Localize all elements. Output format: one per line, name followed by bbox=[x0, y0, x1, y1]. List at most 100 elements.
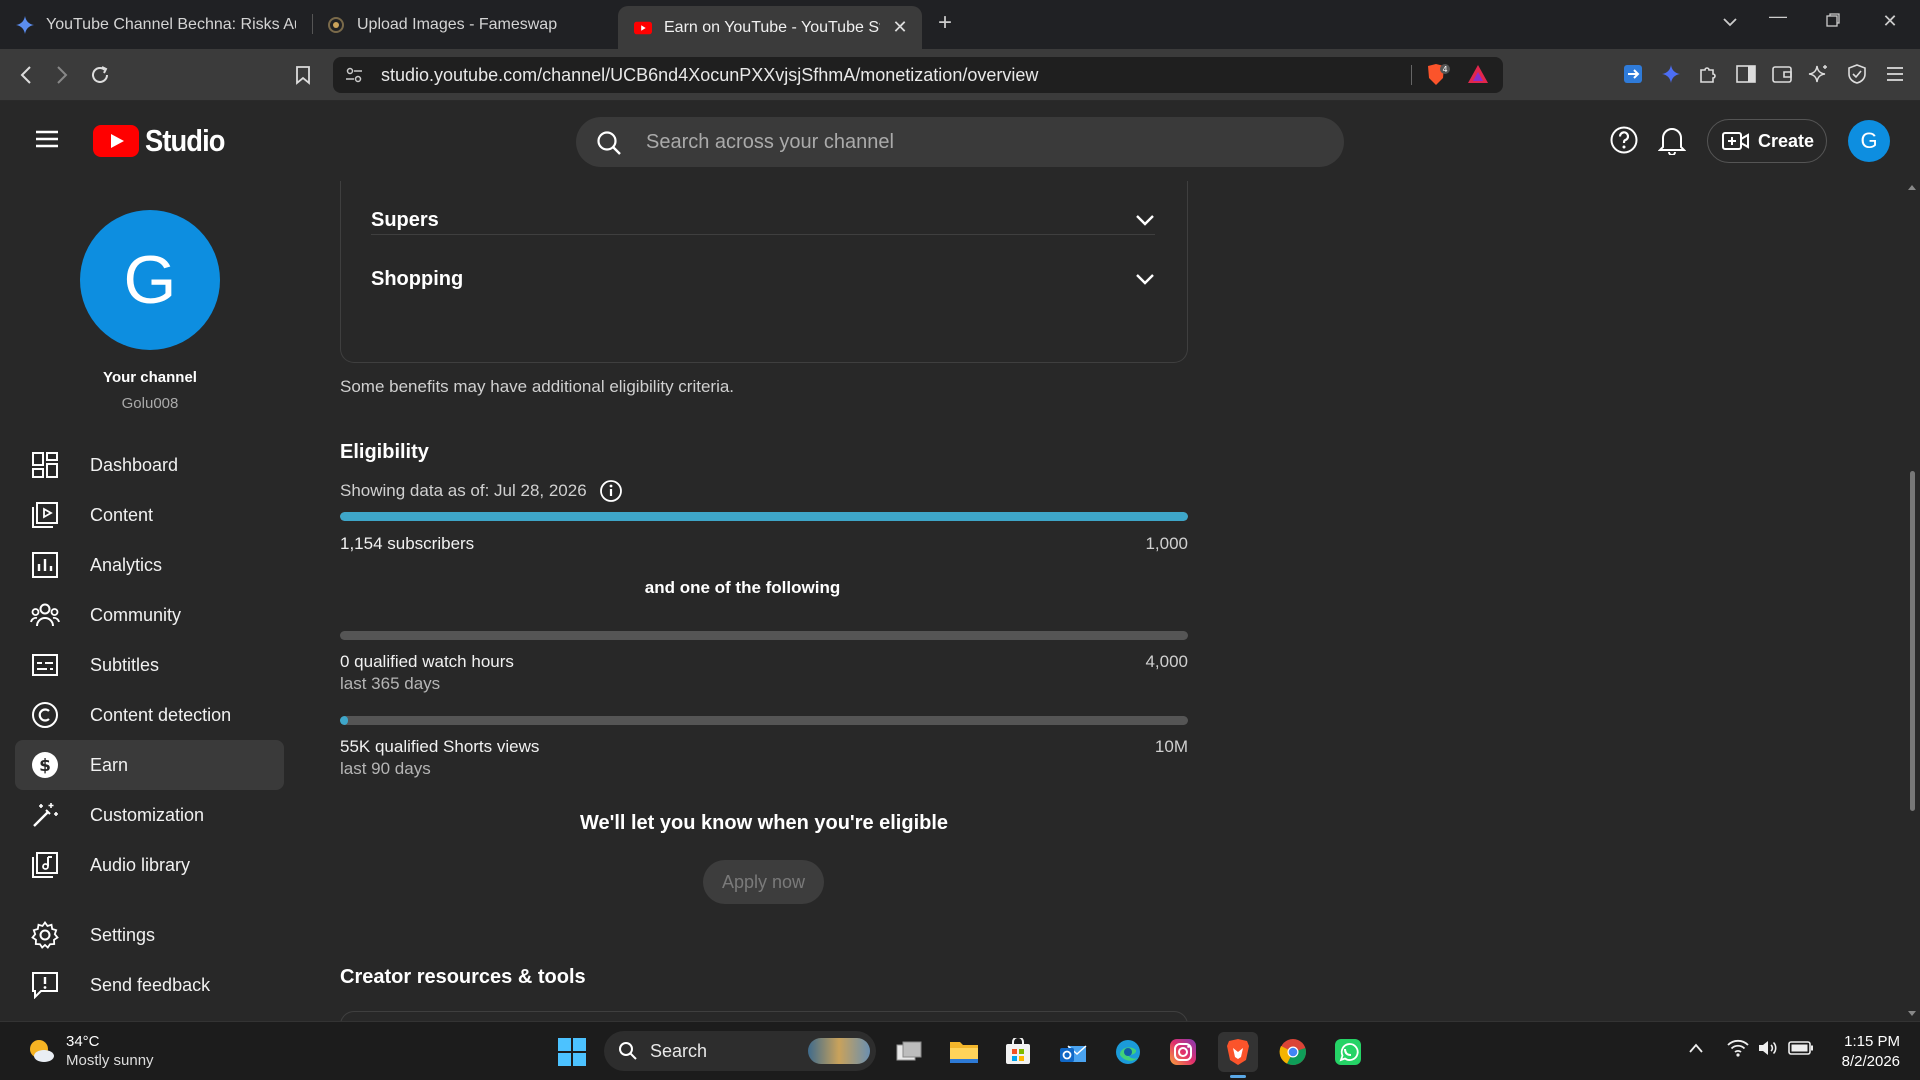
new-tab-button[interactable]: + bbox=[938, 11, 952, 35]
sidebar-item-label: Community bbox=[90, 604, 182, 625]
battery-icon[interactable] bbox=[1788, 1041, 1814, 1060]
sidebar-item-content[interactable]: Content bbox=[15, 490, 284, 540]
help-icon[interactable] bbox=[1609, 125, 1639, 160]
subscribers-target: 1,000 bbox=[1145, 534, 1188, 553]
search-icon bbox=[596, 130, 622, 161]
bookmark-icon[interactable] bbox=[289, 61, 317, 89]
sidebar-item-subtitles[interactable]: Subtitles bbox=[15, 640, 284, 690]
weather-desc: Mostly sunny bbox=[66, 1052, 154, 1069]
forward-icon[interactable] bbox=[48, 61, 76, 89]
divider bbox=[371, 234, 1155, 235]
sidebar-item-content-detection[interactable]: Content detection bbox=[15, 690, 284, 740]
chevron-up-icon[interactable] bbox=[1688, 1041, 1704, 1059]
brave-shield-icon[interactable]: 4 bbox=[1425, 63, 1451, 92]
community-icon bbox=[30, 600, 60, 630]
sidebar-item-send-feedback[interactable]: Send feedback bbox=[15, 960, 284, 1010]
copyright-icon bbox=[30, 700, 60, 730]
wifi-icon[interactable] bbox=[1727, 1039, 1749, 1062]
chrome-button[interactable] bbox=[1273, 1032, 1313, 1072]
instagram-button[interactable] bbox=[1163, 1032, 1203, 1072]
start-button[interactable] bbox=[552, 1032, 592, 1072]
watch-hours-progress-bar bbox=[340, 631, 1188, 640]
resources-card bbox=[340, 1011, 1188, 1021]
magic-wand-icon bbox=[30, 800, 60, 830]
scroll-up-arrow-icon[interactable] bbox=[1908, 185, 1916, 190]
browser-toolbar: studio.youtube.com/channel/UCB6nd4XocunP… bbox=[0, 49, 1920, 101]
whatsapp-button[interactable] bbox=[1328, 1032, 1368, 1072]
taskbar-search[interactable]: Search bbox=[604, 1031, 876, 1071]
leo-sparkle-icon[interactable] bbox=[1808, 63, 1830, 90]
weather-temp: 34°C bbox=[66, 1033, 100, 1050]
sidebar-toggle-icon[interactable] bbox=[1735, 63, 1757, 90]
data-date-text: Showing data as of: Jul 28, 2026 bbox=[340, 481, 587, 500]
chevron-down-icon bbox=[1136, 215, 1154, 226]
shorts-views-count: 55K qualified Shorts views bbox=[340, 737, 540, 756]
hamburger-menu-icon[interactable] bbox=[34, 129, 60, 154]
sidebar-item-analytics[interactable]: Analytics bbox=[15, 540, 284, 590]
edge-button[interactable] bbox=[1108, 1032, 1148, 1072]
sidebar-item-audio-library[interactable]: Audio library bbox=[15, 840, 284, 890]
tab-search-icon[interactable] bbox=[1716, 11, 1744, 32]
create-button[interactable]: Create bbox=[1707, 119, 1827, 163]
sidebar-item-customization[interactable]: Customization bbox=[15, 790, 284, 840]
weather-widget[interactable]: 34°C Mostly sunny bbox=[26, 1032, 154, 1070]
notifications-bell-icon[interactable] bbox=[1657, 125, 1687, 160]
info-icon[interactable] bbox=[599, 479, 623, 503]
translate-extension-icon[interactable] bbox=[1622, 63, 1644, 90]
minimize-icon[interactable]: — bbox=[1764, 6, 1792, 27]
browser-tab-3-active[interactable]: Earn on YouTube - YouTube Studi ✕ bbox=[618, 6, 922, 49]
scroll-down-arrow-icon[interactable] bbox=[1908, 1011, 1916, 1016]
benefits-card: Supers Shopping bbox=[340, 181, 1188, 363]
eligibility-message: We'll let you know when you're eligible bbox=[579, 812, 949, 834]
sidebar-item-community[interactable]: Community bbox=[15, 590, 284, 640]
vpn-shield-icon[interactable] bbox=[1846, 63, 1868, 90]
feedback-icon bbox=[30, 970, 60, 1000]
restore-icon[interactable] bbox=[1819, 11, 1847, 32]
chevron-down-icon bbox=[1136, 274, 1154, 285]
clock-time: 1:15 PM bbox=[1844, 1033, 1900, 1050]
address-bar[interactable]: studio.youtube.com/channel/UCB6nd4XocunP… bbox=[333, 57, 1503, 93]
close-window-icon[interactable]: ✕ bbox=[1876, 11, 1904, 32]
task-view-button[interactable] bbox=[889, 1032, 929, 1072]
browser-tab-1[interactable]: YouTube Channel Bechna: Risks Aur N bbox=[16, 6, 296, 43]
studio-logo[interactable]: Studio bbox=[93, 123, 235, 159]
accordion-supers[interactable]: Supers bbox=[371, 190, 1155, 250]
page-scrollbar[interactable] bbox=[1905, 181, 1920, 1021]
site-settings-icon[interactable] bbox=[345, 66, 363, 89]
search-icon bbox=[619, 1042, 637, 1060]
volume-icon[interactable] bbox=[1757, 1039, 1779, 1062]
shield-count: 4 bbox=[1442, 65, 1447, 74]
brave-browser-button[interactable] bbox=[1218, 1032, 1258, 1072]
search-input[interactable] bbox=[646, 117, 1306, 167]
store-icon bbox=[1006, 1038, 1030, 1064]
dollar-icon: $ bbox=[30, 750, 60, 780]
channel-search[interactable] bbox=[576, 117, 1344, 167]
sidebar-item-earn[interactable]: $ Earn bbox=[15, 740, 284, 790]
browser-tab-2[interactable]: Upload Images - Fameswap bbox=[327, 6, 587, 43]
close-tab-icon[interactable]: ✕ bbox=[890, 17, 910, 37]
outlook-button[interactable] bbox=[1053, 1032, 1093, 1072]
scrollbar-thumb[interactable] bbox=[1910, 471, 1915, 811]
instagram-icon bbox=[1170, 1039, 1196, 1065]
ms-store-button[interactable] bbox=[998, 1032, 1038, 1072]
sidebar-item-settings[interactable]: Settings bbox=[15, 910, 284, 960]
subscribers-count: 1,154 subscribers bbox=[340, 534, 475, 553]
leo-ai-icon[interactable] bbox=[1660, 63, 1682, 90]
back-icon[interactable] bbox=[12, 61, 40, 89]
svg-text:$: $ bbox=[39, 756, 51, 776]
reload-icon[interactable] bbox=[86, 61, 114, 89]
browser-menu-icon[interactable] bbox=[1884, 63, 1906, 90]
taskbar-search-label: Search bbox=[650, 1040, 708, 1061]
shorts-views-progress-fill bbox=[340, 716, 348, 725]
accordion-shopping[interactable]: Shopping bbox=[371, 249, 1155, 309]
apply-now-button[interactable]: Apply now bbox=[703, 860, 824, 904]
sidebar-item-dashboard[interactable]: Dashboard bbox=[15, 440, 284, 490]
system-clock[interactable]: 1:15 PM 8/2/2026 bbox=[1832, 1032, 1900, 1072]
extensions-puzzle-icon[interactable] bbox=[1697, 63, 1719, 90]
wallet-icon[interactable] bbox=[1771, 63, 1793, 90]
channel-avatar[interactable]: G bbox=[80, 210, 220, 350]
file-explorer-button[interactable] bbox=[944, 1032, 984, 1072]
account-avatar[interactable]: G bbox=[1848, 120, 1890, 162]
watch-hours-period: last 365 days bbox=[340, 674, 441, 693]
brave-rewards-icon[interactable] bbox=[1467, 64, 1489, 89]
